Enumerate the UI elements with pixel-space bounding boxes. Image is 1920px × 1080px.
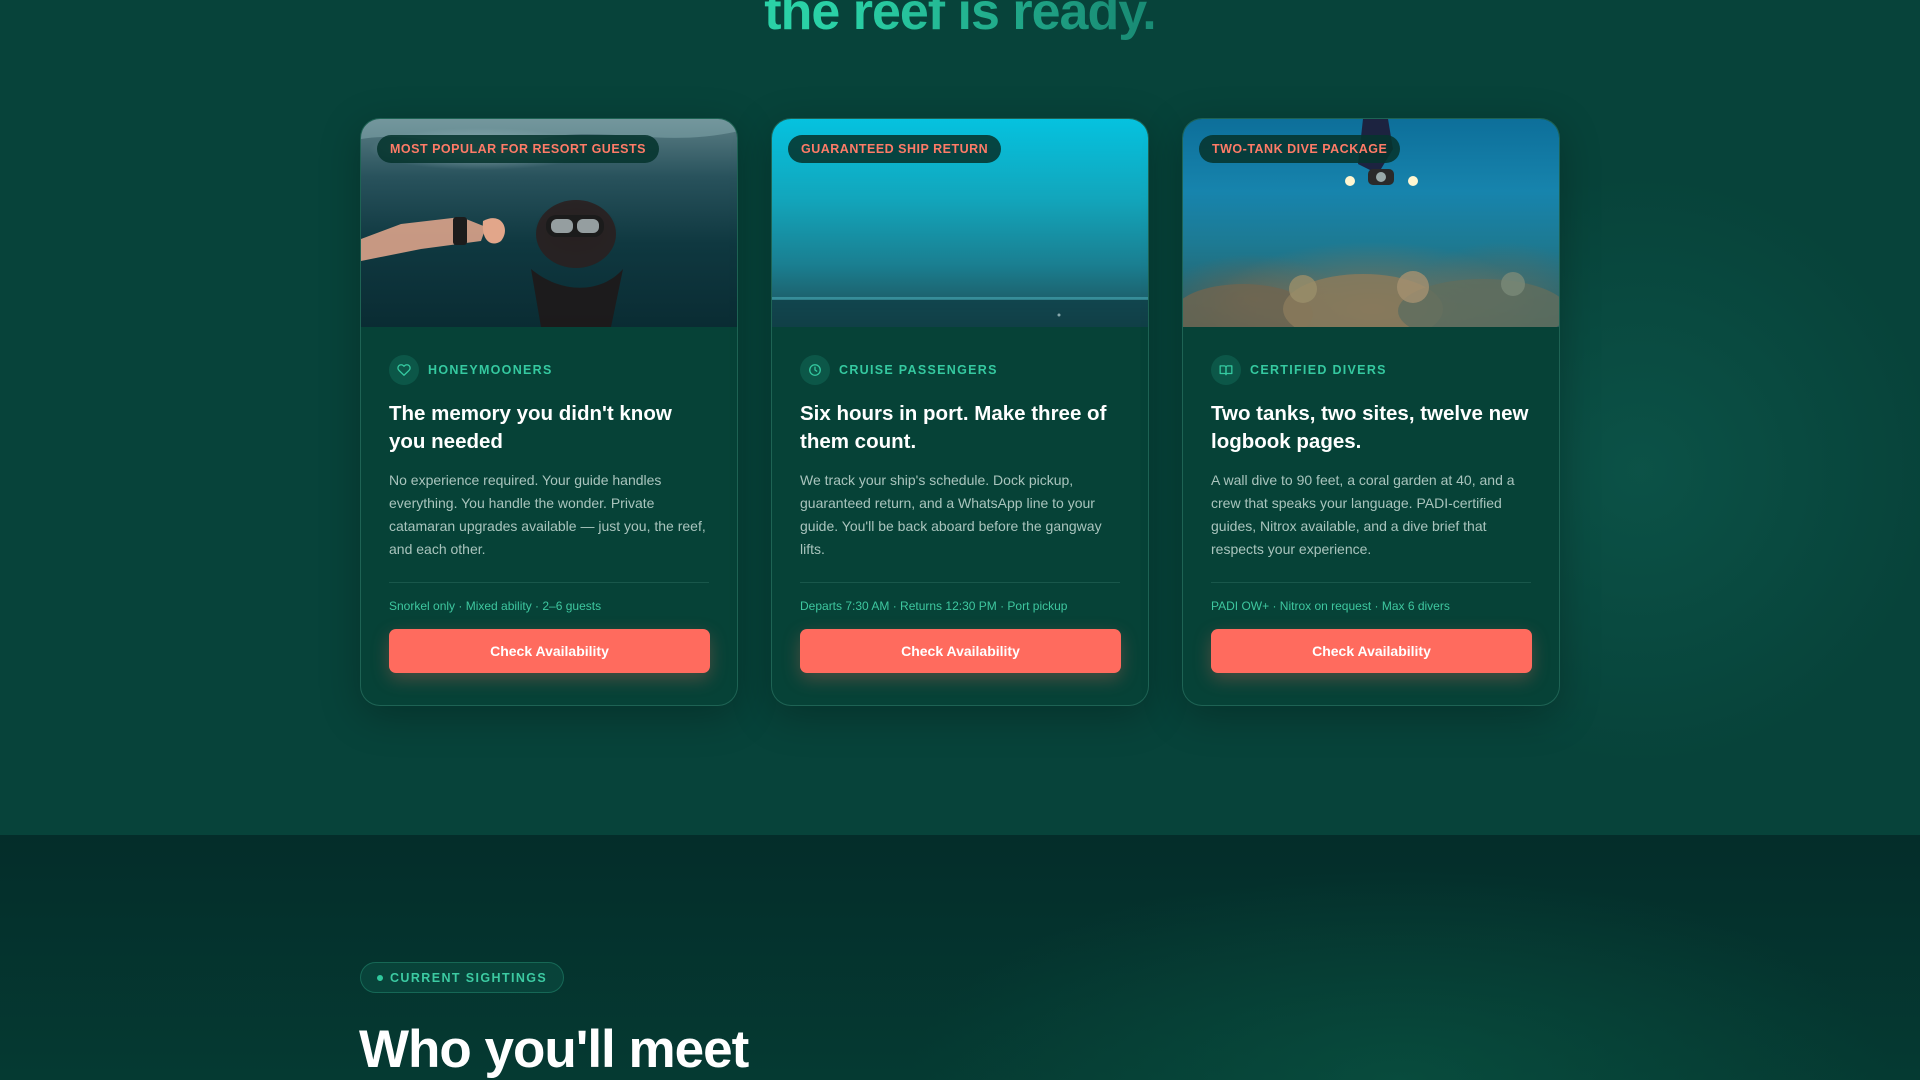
card-title: The memory you didn't know you needed (389, 402, 672, 453)
current-sightings-pill: CURRENT SIGHTINGS (360, 962, 565, 993)
card-badge: TWO-TANK DIVE PACKAGE (1199, 135, 1401, 163)
clock-icon (800, 355, 830, 385)
card-title: Six hours in port. Make three of them co… (800, 402, 1107, 453)
pill-label: CURRENT SIGHTINGS (390, 970, 548, 985)
snorkeler-photo: MOST POPULAR FOR RESORT GUESTS (361, 119, 737, 327)
check-availability-button[interactable]: Check Availability (800, 629, 1121, 673)
audience-row: CERTIFIED DIVERS (1211, 355, 1531, 385)
card-badge: GUARANTEED SHIP RETURN (788, 135, 1002, 163)
check-availability-button[interactable]: Check Availability (389, 629, 710, 673)
section-headline: the reef is ready. (0, 0, 1920, 42)
card-divider (389, 582, 709, 583)
status-dot-icon (377, 974, 383, 981)
check-availability-button[interactable]: Check Availability (1211, 629, 1532, 673)
book-icon (1211, 355, 1241, 385)
sightings-title: Who you'll meet (359, 1020, 749, 1079)
card-divider (1211, 582, 1531, 583)
card-meta: Snorkel only · Mixed ability · 2–6 guest… (389, 599, 602, 613)
card-description: No experience required. Your guide handl… (389, 472, 706, 557)
card-meta: Departs 7:30 AM · Returns 12:30 PM · Por… (800, 599, 1068, 613)
ocean-horizon-photo: GUARANTEED SHIP RETURN (772, 119, 1148, 327)
card-description: A wall dive to 90 feet, a coral garden a… (1211, 472, 1515, 557)
audience-row: CRUISE PASSENGERS (800, 355, 1120, 385)
diver-reef-photo: TWO-TANK DIVE PACKAGE (1183, 119, 1559, 327)
card-title: Two tanks, two sites, twelve new logbook… (1211, 402, 1529, 453)
experience-card-divers: TWO-TANK DIVE PACKAGE CERTIFIED DIVERS T… (1182, 118, 1560, 706)
card-badge: MOST POPULAR FOR RESORT GUESTS (377, 135, 659, 163)
experiences-section: the reef is ready. MOST POPULAR FOR RESO… (0, 0, 1920, 835)
card-divider (800, 582, 1120, 583)
experience-cards: MOST POPULAR FOR RESORT GUESTS HONEYMOON… (360, 118, 1560, 706)
card-meta: PADI OW+ · Nitrox on request · Max 6 div… (1211, 599, 1450, 613)
audience-label: HONEYMOONERS (428, 363, 553, 377)
sightings-section: CURRENT SIGHTINGS Who you'll meet (0, 835, 1920, 1080)
audience-label: CERTIFIED DIVERS (1250, 363, 1387, 377)
audience-label: CRUISE PASSENGERS (839, 363, 998, 377)
experience-card-cruise: GUARANTEED SHIP RETURN CRUISE PASSENGERS… (771, 118, 1149, 706)
heart-icon (389, 355, 419, 385)
experience-card-honeymooners: MOST POPULAR FOR RESORT GUESTS HONEYMOON… (360, 118, 738, 706)
card-description: We track your ship's schedule. Dock pick… (800, 472, 1102, 557)
audience-row: HONEYMOONERS (389, 355, 709, 385)
